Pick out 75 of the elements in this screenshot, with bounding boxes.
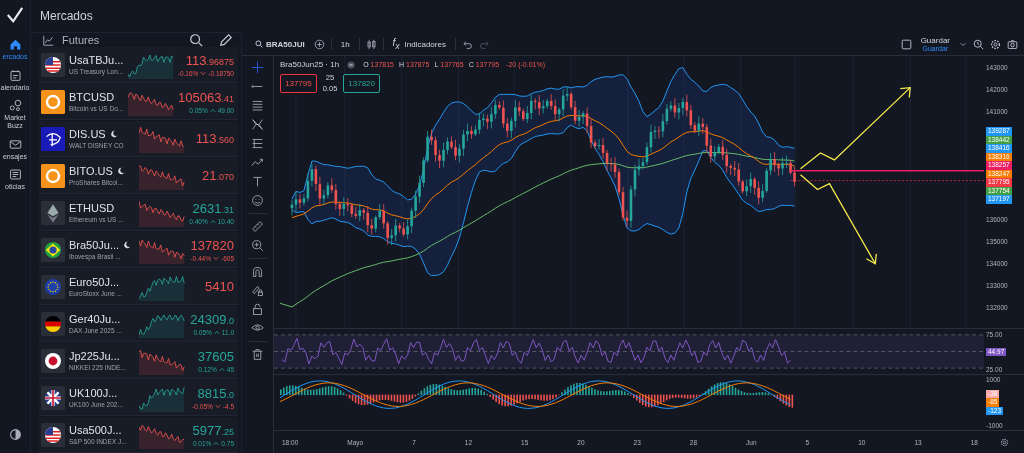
- price-value: 21.070: [202, 168, 234, 183]
- settings-icon[interactable]: [999, 437, 1009, 447]
- search-icon[interactable]: [189, 33, 203, 47]
- search-icon: [255, 40, 263, 48]
- lock-tool-icon[interactable]: [251, 303, 264, 316]
- calendar-icon: [8, 68, 22, 82]
- caret-icon[interactable]: [959, 40, 967, 48]
- buy-button[interactable]: 137820: [343, 73, 380, 93]
- eu-flag-icon: [41, 274, 65, 299]
- symbol-label: ETHUSD: [69, 202, 115, 214]
- pattern-tool-icon[interactable]: [251, 118, 264, 131]
- price-value: 5977.25: [192, 422, 234, 438]
- trend-tool-icon[interactable]: [251, 156, 264, 169]
- emoji-tool-icon[interactable]: [251, 194, 264, 207]
- indicators-button[interactable]: f$_{x}$ Indicadores: [389, 35, 449, 53]
- theme-toggle-icon[interactable]: [8, 428, 22, 441]
- japan-flag-icon: [41, 348, 65, 373]
- us-flag-icon: [41, 422, 65, 447]
- zoom-tool-icon[interactable]: [251, 239, 264, 252]
- disney-icon: [41, 126, 65, 151]
- text-tool-icon[interactable]: [251, 175, 264, 188]
- magnet-tool-icon[interactable]: [251, 265, 264, 278]
- symbol-label: Ger40Ju...: [69, 313, 121, 325]
- ruler-tool-icon[interactable]: [251, 220, 264, 233]
- channel-tool-icon[interactable]: [251, 137, 264, 150]
- symbol-label: UK100J...: [69, 387, 118, 399]
- watchlist-title[interactable]: Futures: [62, 34, 100, 46]
- symbol-label: Usa500J...: [69, 424, 122, 436]
- uk-flag-icon: [41, 385, 65, 410]
- price-value: 137820: [190, 237, 234, 253]
- edit-pencil-icon[interactable]: [219, 33, 233, 47]
- home-icon: [8, 38, 22, 51]
- add-circle-icon[interactable]: [313, 38, 325, 50]
- germany-flag-icon: [41, 311, 65, 336]
- buzz-icon: [8, 99, 22, 113]
- symbol-search-button[interactable]: BRA50JUI: [252, 37, 308, 51]
- alert-clock-icon[interactable]: [973, 38, 984, 50]
- checkmark-logo-icon: [6, 6, 24, 24]
- chart-symbol-title: Bra50Jun25 · 1h: [280, 60, 340, 69]
- price-value: 24309.0: [190, 311, 234, 327]
- undo-icon[interactable]: [461, 38, 473, 50]
- settings-icon[interactable]: [990, 38, 1001, 50]
- line-chart-icon: [43, 34, 54, 46]
- symbol-label: BITO.US: [69, 165, 113, 177]
- pencil-lock-tool-icon[interactable]: [251, 284, 264, 297]
- price-value: 8815.0: [197, 385, 234, 401]
- price-value: 5410: [205, 279, 234, 294]
- brazil-flag-icon: [41, 237, 65, 262]
- camera-icon[interactable]: [1007, 38, 1018, 50]
- price-value: 105063.41: [178, 89, 234, 105]
- news-icon: [8, 168, 22, 182]
- layout-square-icon[interactable]: [900, 38, 912, 50]
- fib-tool-icon[interactable]: [251, 99, 264, 112]
- price-value: 37605: [197, 348, 234, 364]
- symbol-label: BTCUSD: [69, 91, 115, 103]
- interval-button[interactable]: 1h: [337, 37, 353, 51]
- price-value: 113.96875: [185, 52, 234, 68]
- page-title: Mercados: [40, 9, 93, 23]
- mail-icon: [8, 137, 22, 151]
- symbol-label: Jp225Ju...: [69, 350, 120, 362]
- ethereum-icon: [41, 200, 65, 225]
- bitcoin-icon: [41, 89, 65, 114]
- bitcoin-icon: [41, 163, 65, 188]
- collapse-icon[interactable]: [347, 60, 356, 69]
- price-value: 2631.31: [192, 200, 234, 216]
- sell-button[interactable]: 137795: [280, 73, 317, 93]
- symbol-label: UsaTBJu...: [69, 54, 124, 66]
- us-flag-icon: [41, 52, 65, 77]
- symbol-label: Euro50J...: [69, 276, 120, 288]
- trash-tool-icon[interactable]: [251, 348, 264, 361]
- crosshair-icon[interactable]: [251, 61, 264, 74]
- symbol-label: DIS.US: [69, 128, 106, 140]
- price-value: 113.560: [195, 131, 234, 146]
- candles-icon[interactable]: [365, 38, 377, 50]
- symbol-label: Bra50Ju...: [69, 239, 120, 251]
